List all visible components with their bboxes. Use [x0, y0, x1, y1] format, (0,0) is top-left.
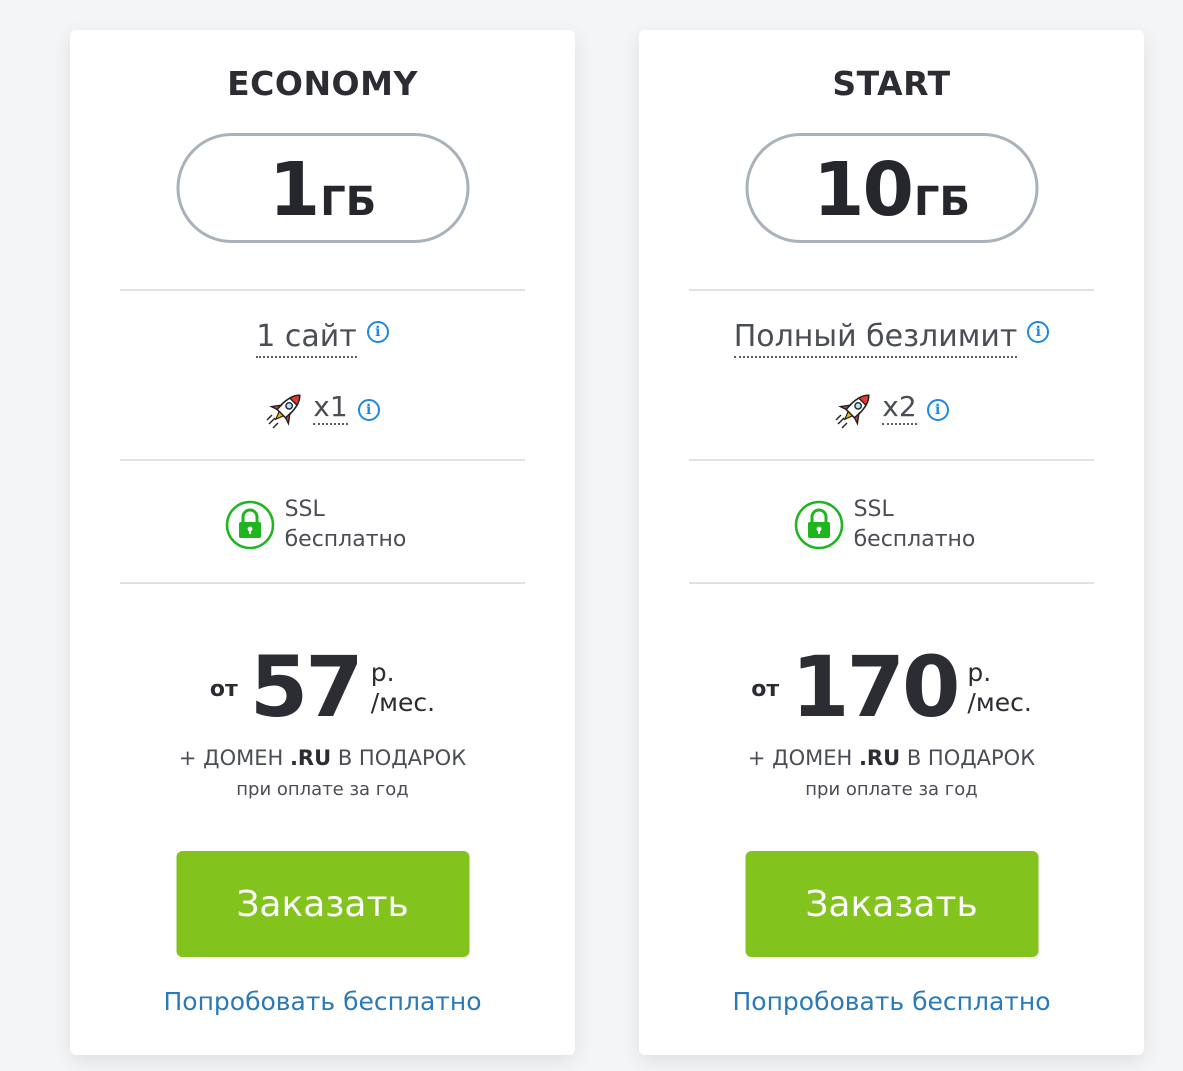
info-icon[interactable]: i: [357, 399, 380, 421]
lock-icon: [794, 500, 843, 550]
divider: [120, 289, 525, 291]
try-free-link[interactable]: Попробовать бесплатно: [70, 987, 575, 1016]
currency-label: р.: [967, 658, 992, 687]
promo-domain: .RU: [858, 746, 901, 770]
ssl-free-label: бесплатно: [853, 527, 976, 552]
currency-label: р.: [370, 658, 395, 687]
domain-promo: + ДОМЕН .RU В ПОДАРОК: [639, 746, 1144, 770]
order-button[interactable]: Заказать: [745, 851, 1038, 957]
price-from-label: от: [209, 676, 238, 702]
period-label: /мес.: [967, 688, 1032, 717]
promo-suffix: В ПОДАРОК: [900, 746, 1036, 770]
speed-feature: x1 i: [70, 386, 575, 430]
promo-suffix: В ПОДАРОК: [331, 746, 467, 770]
info-icon[interactable]: i: [1027, 321, 1050, 343]
price-unit: р. /мес.: [967, 656, 1031, 718]
disk-size-badge: 10 ГБ: [745, 133, 1038, 243]
promo-domain: .RU: [289, 746, 332, 770]
plan-title: START: [832, 64, 951, 103]
price-from-label: от: [751, 676, 780, 702]
disk-size-unit: ГБ: [914, 179, 970, 225]
sites-label[interactable]: Полный безлимит: [733, 319, 1018, 358]
ssl-free-label: бесплатно: [284, 527, 407, 552]
ssl-text: SSL бесплатно: [285, 495, 407, 555]
domain-promo: + ДОМЕН .RU В ПОДАРОК: [70, 746, 575, 770]
price-value: 170: [791, 638, 960, 736]
disk-size-badge: 1 ГБ: [176, 133, 469, 243]
divider: [120, 459, 525, 461]
speed-feature: x2 i: [639, 386, 1144, 430]
plan-card-economy: ECONOMY 1 ГБ 1 сайт i x1 i SSL бесплатно…: [70, 30, 575, 1055]
price-value: 57: [249, 638, 364, 736]
promo-note: при оплате за год: [236, 779, 409, 800]
disk-size-value: 1: [268, 147, 320, 233]
plan-card-start: START 10 ГБ Полный безлимит i x2 i SSL б…: [639, 30, 1144, 1055]
disk-size-unit: ГБ: [320, 179, 377, 225]
ssl-text: SSL бесплатно: [854, 495, 976, 555]
info-icon[interactable]: i: [926, 399, 949, 421]
period-label: /мес.: [370, 688, 436, 717]
rocket-icon: [835, 394, 870, 429]
speed-multiplier[interactable]: x2: [882, 391, 917, 425]
promo-prefix: + ДОМЕН: [747, 746, 859, 770]
promo-note: при оплате за год: [805, 779, 978, 800]
plan-title: ECONOMY: [227, 64, 418, 103]
sites-label[interactable]: 1 сайт: [256, 319, 357, 358]
ssl-feature: SSL бесплатно: [639, 495, 1144, 555]
ssl-label: SSL: [853, 497, 894, 522]
promo-prefix: + ДОМЕН: [178, 746, 290, 770]
price: от 57 р. /мес.: [70, 642, 575, 732]
disk-size-value: 10: [813, 147, 914, 233]
rocket-icon: [266, 394, 301, 429]
divider: [120, 582, 525, 584]
speed-multiplier[interactable]: x1: [313, 391, 348, 425]
sites-feature: 1 сайт i: [70, 318, 575, 358]
info-icon[interactable]: i: [366, 321, 389, 343]
lock-icon: [225, 500, 274, 550]
divider: [689, 582, 1094, 584]
sites-feature: Полный безлимит i: [639, 318, 1144, 358]
divider: [689, 459, 1094, 461]
try-free-link[interactable]: Попробовать бесплатно: [639, 987, 1144, 1016]
order-button[interactable]: Заказать: [176, 851, 469, 957]
divider: [689, 289, 1094, 291]
ssl-label: SSL: [284, 497, 325, 522]
price-unit: р. /мес.: [371, 656, 435, 718]
price: от 170 р. /мес.: [639, 642, 1144, 732]
ssl-feature: SSL бесплатно: [70, 495, 575, 555]
